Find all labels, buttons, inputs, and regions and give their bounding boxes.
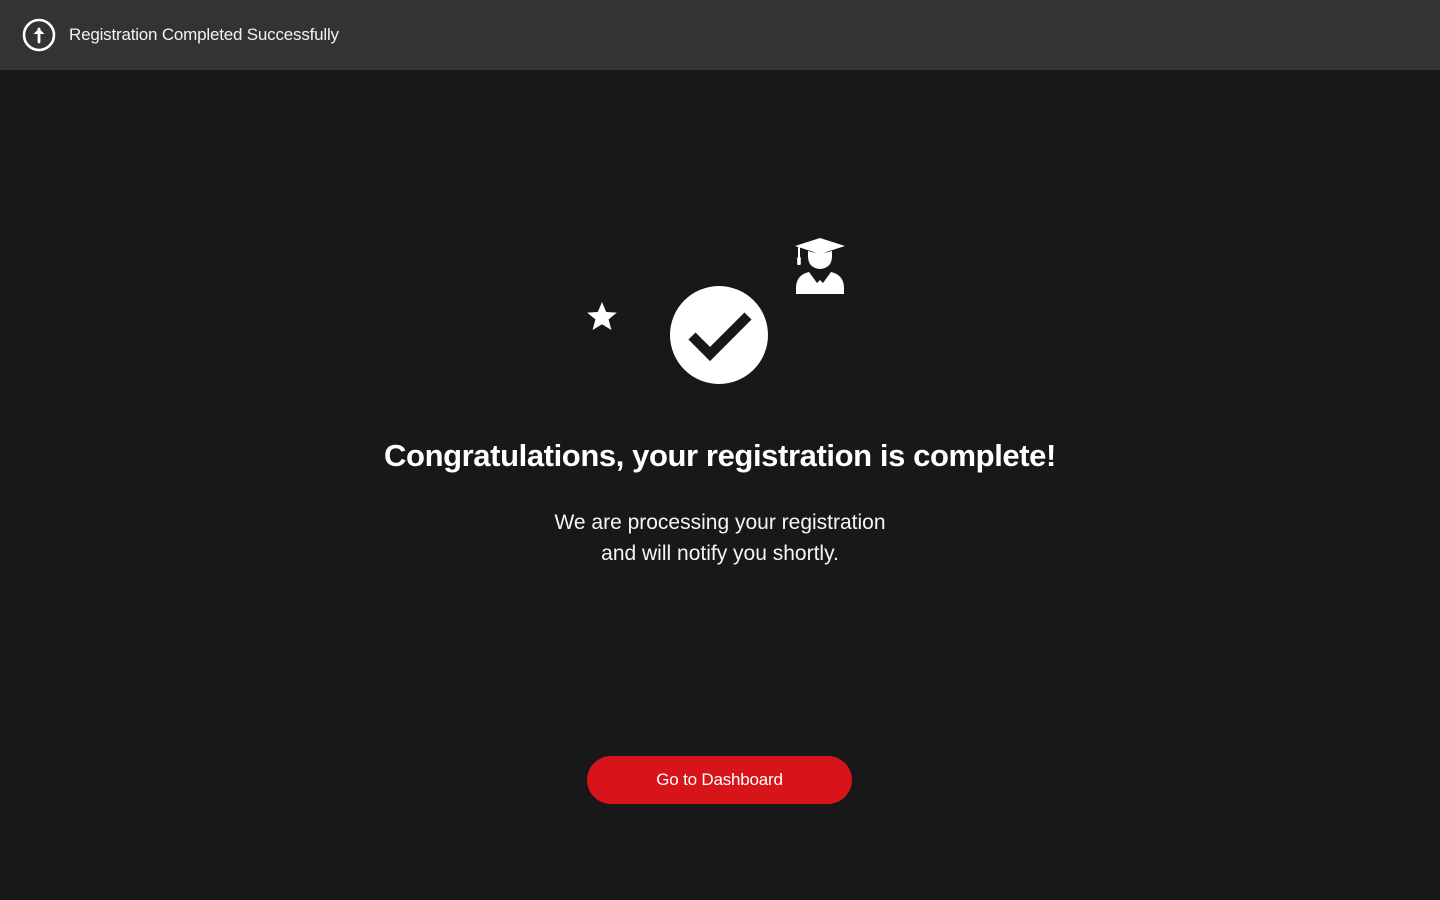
- star-icon: [585, 300, 619, 334]
- go-to-dashboard-button[interactable]: Go to Dashboard: [587, 756, 852, 804]
- top-bar: Registration Completed Successfully: [0, 0, 1440, 70]
- status-message-line-1: We are processing your registration: [554, 511, 886, 534]
- check-circle-icon: [670, 286, 768, 384]
- upload-circle-icon[interactable]: [22, 18, 56, 52]
- headline: Congratulations, your registration is co…: [384, 438, 1056, 473]
- status-message: We are processing your registration and …: [0, 507, 1440, 569]
- graduate-icon: [793, 236, 847, 296]
- status-message-line-2: and will notify you shortly.: [601, 542, 839, 565]
- confirmation-panel: Congratulations, your registration is co…: [0, 70, 1440, 900]
- page-title: Registration Completed Successfully: [69, 25, 339, 44]
